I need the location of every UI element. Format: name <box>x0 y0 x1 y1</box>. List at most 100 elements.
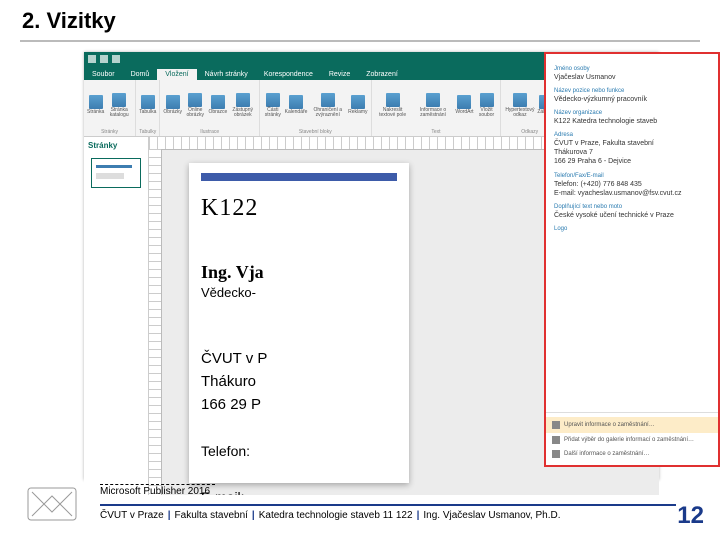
ribbon-button-label: Obrazce <box>208 110 227 115</box>
ribbon-icon <box>457 95 471 109</box>
card-org: ČVUT v P <box>201 350 397 367</box>
ribbon-button[interactable]: Obrazce <box>208 95 227 115</box>
cvut-logo-icon <box>22 482 82 526</box>
ribbon-button-label: Informace o zaměstnání <box>413 108 454 118</box>
ribbon-button[interactable]: Informace o zaměstnání <box>413 93 454 118</box>
caption-line <box>100 484 215 485</box>
page-thumbnail[interactable] <box>91 158 141 188</box>
info-field-label: Doplňující text nebo moto <box>554 204 710 210</box>
info-field-label: Logo <box>554 226 710 232</box>
ribbon-button[interactable]: Kalendáře <box>285 95 308 115</box>
save-icon[interactable] <box>88 55 96 63</box>
info-pane-footer: Upravit informace o zaměstnání… Přidat v… <box>546 412 718 465</box>
pages-panel: Stránky <box>84 137 149 495</box>
more-business-info[interactable]: Další informace o zaměstnání… <box>552 447 712 461</box>
ribbon-icon <box>386 93 400 107</box>
ribbon-icon <box>289 95 303 109</box>
add-to-gallery[interactable]: Přidat výběr do galerie informací o zamě… <box>552 433 712 447</box>
ribbon-button-label: WordArt <box>455 110 473 115</box>
footer-line <box>100 504 676 506</box>
tab-zobrazeni[interactable]: Zobrazení <box>358 69 406 80</box>
ribbon-group: Nakreslit textové poleInformace o zaměst… <box>372 80 502 136</box>
ribbon-button[interactable]: Stránka <box>87 95 104 115</box>
ribbon-button[interactable]: Stránka katalogu <box>106 93 132 118</box>
info-field-label: Název pozice nebo funkce <box>554 88 710 94</box>
more-icon <box>552 450 560 458</box>
ribbon-button-label: Části stránky <box>263 108 283 118</box>
ribbon-button[interactable]: Hypertextový odkaz <box>504 93 535 118</box>
document-canvas[interactable]: K122 Ing. Vja Vědecko- ČVUT v P Thákuro … <box>189 163 409 483</box>
ribbon-button-label: Reklamy <box>348 110 367 115</box>
caption: Microsoft Publisher 2016 <box>100 486 210 497</box>
edit-business-info-label: Upravit informace o zaměstnání… <box>564 422 655 428</box>
card-mail: E-mail: <box>201 489 397 495</box>
ribbon-button[interactable]: Obrázky <box>163 95 182 115</box>
info-field-value: ČVUT v Praze, Fakulta stavební Thákurova… <box>554 139 710 166</box>
info-field-label: Adresa <box>554 132 710 138</box>
info-pane-body: Jméno osobyVjačeslav UsmanovNázev pozice… <box>546 54 718 412</box>
ribbon-icon <box>166 95 180 109</box>
ribbon-icon <box>480 93 494 107</box>
ribbon-button[interactable]: Zástupný obrázek <box>229 93 256 118</box>
card-brand: K122 <box>201 195 397 222</box>
redo-icon[interactable] <box>112 55 120 63</box>
ribbon-button-label: Zástupný obrázek <box>229 108 256 118</box>
edit-icon <box>552 421 560 429</box>
info-field-value: Vědecko-výzkumný pracovník <box>554 95 710 104</box>
ribbon-group: ObrázkyOnline obrázkyObrazceZástupný obr… <box>160 80 260 136</box>
page-number: 12 <box>677 502 704 530</box>
ribbon-button[interactable]: Části stránky <box>263 93 283 118</box>
tab-revize[interactable]: Revize <box>321 69 358 80</box>
ribbon-button-label: Stránka katalogu <box>106 108 132 118</box>
ribbon-icon <box>351 95 365 109</box>
tab-soubor[interactable]: Soubor <box>84 69 123 80</box>
ribbon-button-label: Nakreslit textové pole <box>375 108 411 118</box>
tab-korespondence[interactable]: Korespondence <box>256 69 321 80</box>
info-field-label: Telefon/Fax/E-mail <box>554 173 710 179</box>
card-name: Ing. Vja <box>201 262 397 283</box>
ribbon-button-label: Ohraničení a zvýraznění <box>309 108 346 118</box>
ribbon-group-label: Text <box>431 129 440 135</box>
card-addr1: Thákuro <box>201 373 397 390</box>
info-field-value: Telefon: (+420) 776 848 435 E-mail: vyac… <box>554 180 710 198</box>
ribbon-button[interactable]: Ohraničení a zvýraznění <box>309 93 346 118</box>
edit-business-info[interactable]: Upravit informace o zaměstnání… <box>546 417 718 433</box>
tab-vlozeni[interactable]: Vložení <box>157 69 196 80</box>
ribbon-group: Části stránkyKalendářeOhraničení a zvýra… <box>260 80 371 136</box>
undo-icon[interactable] <box>100 55 108 63</box>
ribbon-button-label: Stránka <box>87 110 104 115</box>
ribbon-icon <box>513 93 527 107</box>
ruler-vertical <box>149 149 162 495</box>
info-field-label: Název organizace <box>554 110 710 116</box>
footer-author: Ing. Vjačeslav Usmanov, Ph.D. <box>423 510 560 521</box>
footer-faculty: Fakulta stavební <box>175 510 248 521</box>
ribbon-button[interactable]: Online obrázky <box>184 93 206 118</box>
ribbon-icon <box>266 93 280 107</box>
ribbon-group-label: Stránky <box>101 129 118 135</box>
ribbon-button[interactable]: Vložit soubor <box>476 93 498 118</box>
ribbon-button-label: Kalendáře <box>285 110 308 115</box>
ribbon-icon <box>211 95 225 109</box>
title-underline <box>20 40 700 42</box>
ribbon-button-label: Tabulka <box>139 110 156 115</box>
footer-org: ČVUT v Praze <box>100 510 164 521</box>
ribbon-group-label: Ilustrace <box>200 129 219 135</box>
footer-dept: Katedra technologie staveb 11 122 <box>259 510 413 521</box>
ribbon-icon <box>236 93 250 107</box>
tab-domu[interactable]: Domů <box>123 69 158 80</box>
ribbon-button-label: Obrázky <box>163 110 182 115</box>
card-addr2: 166 29 P <box>201 396 397 413</box>
info-field-value: K122 Katedra technologie staveb <box>554 117 710 126</box>
ribbon-button[interactable]: Nakreslit textové pole <box>375 93 411 118</box>
ribbon-button[interactable]: WordArt <box>455 95 473 115</box>
pages-panel-title: Stránky <box>84 137 148 154</box>
more-business-info-label: Další informace o zaměstnání… <box>564 451 649 457</box>
ribbon-button[interactable]: Reklamy <box>348 95 367 115</box>
ribbon-button-label: Hypertextový odkaz <box>504 108 535 118</box>
ribbon-button[interactable]: Tabulka <box>139 95 156 115</box>
ribbon-group-label: Stavební bloky <box>299 129 332 135</box>
business-info-pane: Jméno osobyVjačeslav UsmanovNázev pozice… <box>544 52 720 467</box>
ribbon-icon <box>188 93 202 107</box>
slide-title: 2. Vizitky <box>22 8 116 34</box>
tab-navrh[interactable]: Návrh stránky <box>197 69 256 80</box>
